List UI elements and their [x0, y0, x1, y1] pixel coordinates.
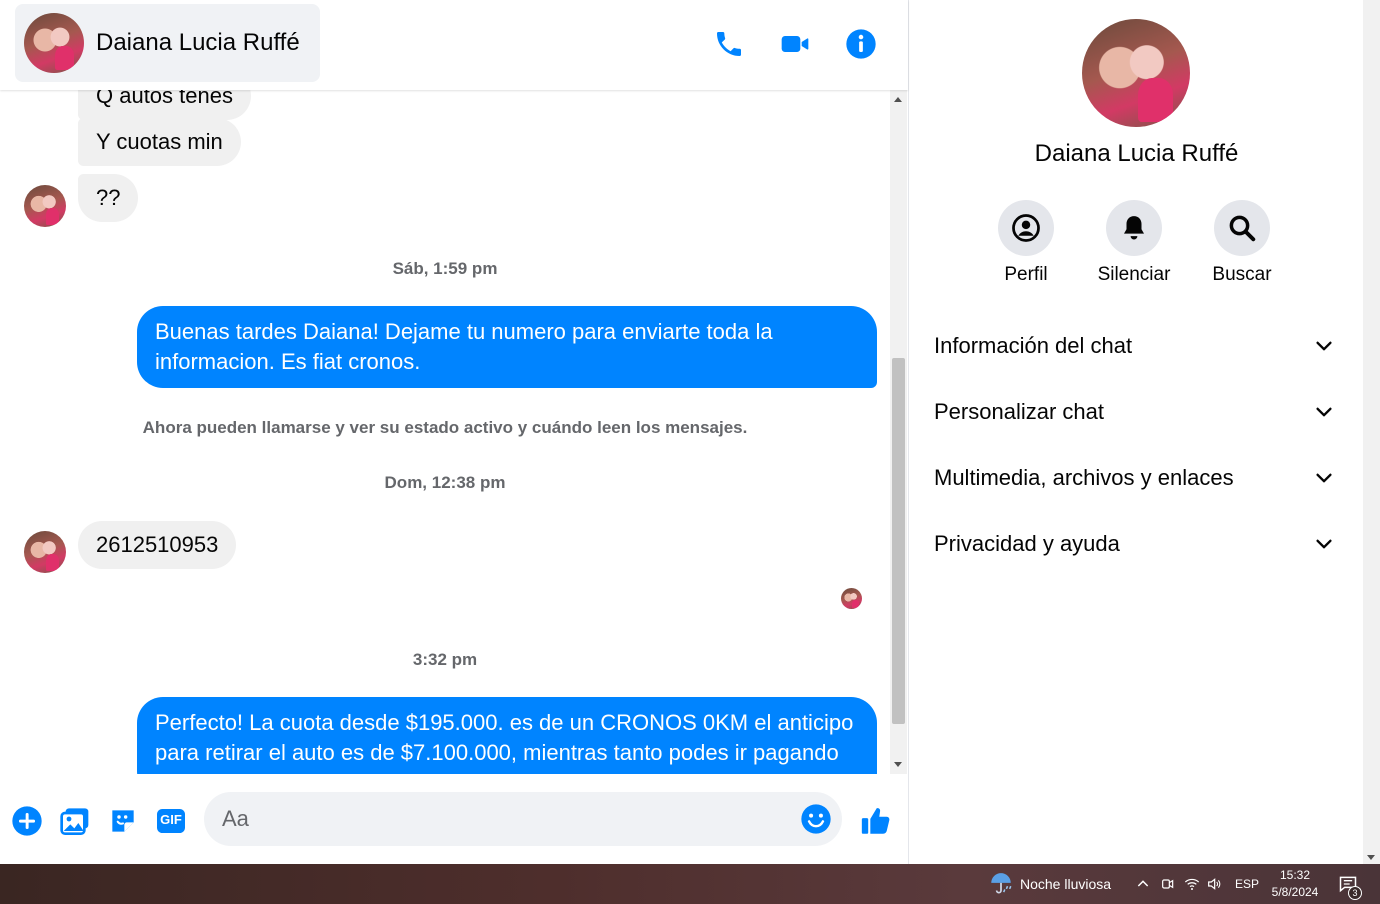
phone-icon: [717, 32, 741, 56]
scroll-up-arrow[interactable]: [894, 97, 902, 102]
gif-label: GIF: [160, 812, 182, 827]
message-list: Q autos tenes Y cuotas min ?? Sáb, 1:59 …: [0, 90, 890, 774]
sender-avatar: [24, 185, 66, 227]
messenger-window: Daiana Lucia Ruffé Q autos tenes Y cuota…: [0, 0, 1380, 904]
search-action[interactable]: Buscar: [1192, 200, 1292, 286]
chevron-down-icon: [1316, 473, 1332, 483]
section-media-files-links[interactable]: Multimedia, archivos y enlaces: [922, 450, 1347, 506]
message-incoming: Q autos tenes: [78, 90, 251, 120]
sender-avatar: [24, 531, 66, 573]
umbrella-rain-icon: [991, 873, 1012, 894]
wifi-icon: [1184, 878, 1200, 890]
header-contact-button[interactable]: Daiana Lucia Ruffé: [15, 4, 320, 82]
message-incoming: ??: [78, 174, 139, 222]
message-outgoing: Buenas tardes Daiana! Dejame tu numero p…: [137, 306, 877, 388]
mute-action-circle[interactable]: [1106, 200, 1162, 256]
emoji-icon[interactable]: [800, 803, 832, 835]
system-notice: Ahora pueden llamarse y ver su estado ac…: [142, 418, 748, 437]
section-privacy-help[interactable]: Privacidad y ayuda: [922, 516, 1347, 572]
network-button[interactable]: [1184, 864, 1200, 904]
more-actions-button[interactable]: [10, 804, 44, 838]
chevron-down-icon: [1316, 341, 1332, 351]
info-icon: [846, 29, 876, 59]
scroll-down-arrow[interactable]: [894, 762, 902, 767]
chat-scrollbar[interactable]: [890, 90, 907, 774]
windows-taskbar: Noche lluviosa ESP 15:32 5/8/2024 3: [0, 864, 1380, 904]
thumbs-up-icon: [861, 808, 890, 834]
section-customize-chat[interactable]: Personalizar chat: [922, 384, 1347, 440]
scroll-thumb[interactable]: [892, 358, 905, 724]
profile-name: Daiana Lucia Ruffé: [1034, 140, 1239, 167]
message-composer: GIF: [0, 774, 908, 864]
speaker-icon: [1208, 878, 1221, 890]
section-chat-info[interactable]: Información del chat: [922, 318, 1347, 374]
weather-widget[interactable]: Noche lluviosa: [988, 864, 1111, 904]
volume-button[interactable]: [1206, 864, 1222, 904]
video-call-button[interactable]: [775, 24, 815, 64]
section-title: Privacidad y ayuda: [934, 531, 1120, 556]
notification-count-badge: 3: [1348, 886, 1362, 900]
chevron-down-icon: [1316, 407, 1332, 417]
message-incoming: 2612510953: [78, 521, 237, 569]
attach-image-button[interactable]: [58, 804, 92, 838]
profile-action[interactable]: Perfil: [976, 200, 1076, 286]
profile-icon: [1012, 214, 1040, 242]
mute-action[interactable]: Silenciar: [1084, 200, 1184, 286]
clock-time: 15:32: [1279, 868, 1311, 882]
taskbar-clock[interactable]: 15:32 5/8/2024: [1262, 867, 1328, 901]
section-title: Multimedia, archivos y enlaces: [934, 465, 1234, 490]
read-receipt-avatar: [841, 588, 862, 609]
bell-icon: [1124, 216, 1144, 240]
input-language[interactable]: ESP: [1235, 864, 1259, 904]
video-camera-icon: [781, 36, 809, 52]
conversation-info-panel: Daiana Lucia Ruffé Perfil Silenciar Busc…: [910, 0, 1363, 864]
timestamp: Dom, 12:38 pm: [384, 473, 506, 492]
gif-button[interactable]: GIF: [154, 804, 188, 838]
message-input[interactable]: [222, 792, 792, 846]
show-hidden-icons-button[interactable]: [1135, 864, 1151, 904]
timestamp: 3:32 pm: [412, 650, 478, 669]
image-icon: [60, 808, 89, 835]
contact-name: Daiana Lucia Ruffé: [96, 29, 300, 56]
send-like-button[interactable]: [858, 804, 894, 838]
search-action-circle[interactable]: [1214, 200, 1270, 256]
message-incoming: Y cuotas min: [78, 118, 241, 166]
meet-now-button[interactable]: [1160, 864, 1176, 904]
sticker-button[interactable]: [106, 804, 140, 838]
chat-pane: Daiana Lucia Ruffé Q autos tenes Y cuota…: [0, 0, 909, 864]
message-input-wrapper: [204, 792, 842, 846]
contact-avatar: [24, 13, 84, 73]
clock-date: 5/8/2024: [1271, 885, 1319, 899]
sticker-icon: [112, 810, 134, 832]
chevron-up-icon: [1137, 880, 1149, 887]
camera-tray-icon: [1162, 879, 1174, 889]
section-title: Información del chat: [934, 333, 1133, 358]
search-action-label: Buscar: [1212, 264, 1272, 285]
page-scrollbar[interactable]: [1363, 0, 1380, 864]
chat-header: Daiana Lucia Ruffé: [0, 0, 908, 90]
mute-action-label: Silenciar: [1097, 264, 1171, 285]
call-button[interactable]: [709, 24, 749, 64]
search-icon: [1229, 215, 1256, 242]
message-outgoing: Perfecto! La cuota desde $195.000. es de…: [137, 697, 877, 774]
conversation-info-button[interactable]: [841, 24, 881, 64]
timestamp: Sáb, 1:59 pm: [392, 259, 498, 278]
weather-label: Noche lluviosa: [1020, 876, 1112, 892]
page-scroll-down-arrow[interactable]: [1367, 855, 1375, 860]
profile-action-label: Perfil: [1004, 264, 1048, 285]
profile-action-circle[interactable]: [998, 200, 1054, 256]
plus-icon: [12, 806, 42, 836]
profile-avatar-large[interactable]: [1082, 19, 1190, 127]
chevron-down-icon: [1316, 539, 1332, 549]
section-title: Personalizar chat: [934, 399, 1104, 424]
